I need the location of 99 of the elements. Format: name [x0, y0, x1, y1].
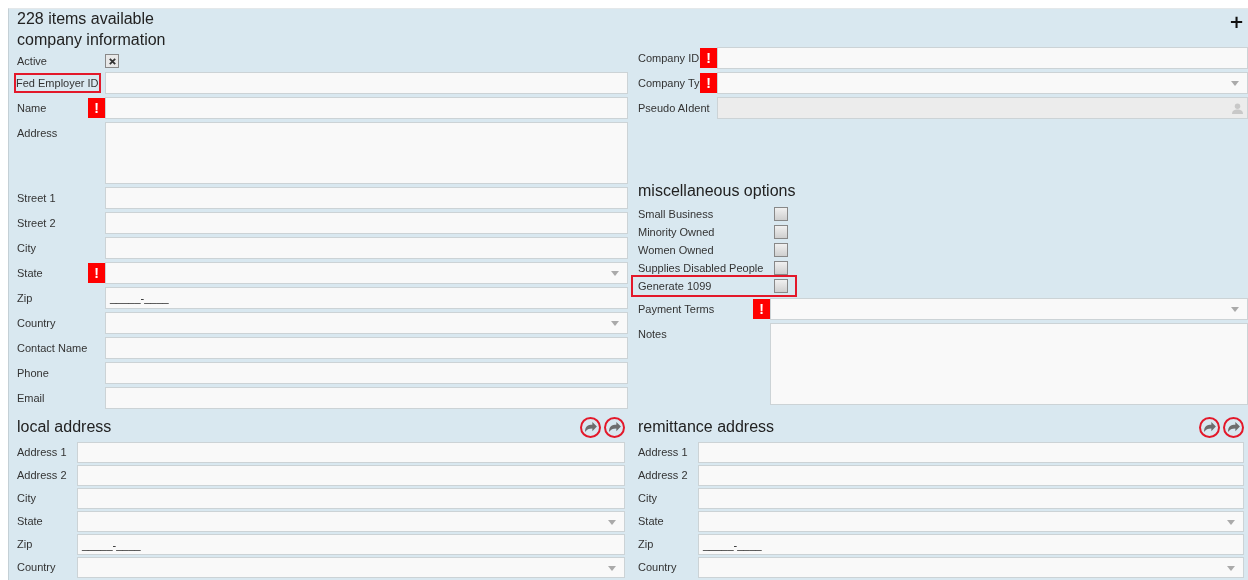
required-badge: !	[88, 98, 105, 118]
field-label: City	[17, 491, 36, 506]
text-field[interactable]	[77, 442, 625, 463]
section-heading: miscellaneous options	[638, 181, 797, 201]
required-badge: !	[700, 48, 717, 68]
text-field[interactable]	[105, 97, 628, 119]
text-field[interactable]	[105, 187, 628, 209]
field-label: Pseudo AIdent	[638, 101, 710, 116]
text-field[interactable]	[105, 387, 628, 409]
text-field[interactable]	[105, 72, 628, 94]
dropdown-field[interactable]	[77, 511, 625, 532]
text-field[interactable]	[77, 465, 625, 486]
field-label: Zip	[17, 537, 33, 552]
field-label: Company Ty	[638, 76, 700, 91]
field-label: Street 2	[17, 216, 56, 231]
caret-icon	[611, 271, 619, 276]
checkbox[interactable]	[774, 243, 788, 257]
field-label: Phone	[17, 366, 49, 381]
dropdown-field[interactable]	[77, 557, 625, 578]
zip-field[interactable]: _____-____	[77, 534, 625, 555]
curved-arrow-icon	[1203, 421, 1216, 433]
curved-arrow-button[interactable]	[1199, 416, 1220, 438]
text-field[interactable]	[698, 465, 1244, 486]
caret-icon	[611, 321, 619, 326]
field-label: Name	[17, 101, 47, 116]
text-field[interactable]	[77, 488, 625, 509]
section-heading: local address	[17, 417, 112, 437]
zip-field[interactable]: _____-____	[698, 534, 1244, 555]
field-label: Payment Terms	[638, 302, 715, 317]
checkbox[interactable]	[774, 261, 788, 275]
option-label: Generate 1099	[638, 279, 713, 294]
field-label: Zip	[17, 291, 33, 306]
curved-arrow-button[interactable]	[580, 416, 601, 438]
dropdown-field[interactable]	[770, 298, 1248, 320]
caret-icon	[1227, 520, 1235, 525]
text-area[interactable]	[105, 122, 628, 184]
checkbox[interactable]	[774, 207, 788, 221]
field-label: Street 1	[17, 191, 56, 206]
add-button[interactable]: +	[1224, 13, 1248, 31]
field-label: Contact Name	[17, 341, 88, 356]
text-field[interactable]	[105, 212, 628, 234]
x-mark-icon	[107, 56, 117, 66]
option-label: Supplies Disabled People	[638, 261, 765, 276]
option-label: Minority Owned	[638, 225, 716, 240]
text-field[interactable]	[698, 488, 1244, 509]
text-field[interactable]	[105, 237, 628, 259]
text-area[interactable]	[770, 323, 1248, 405]
checkbox[interactable]	[774, 279, 788, 293]
text-field[interactable]	[717, 47, 1248, 69]
field-label: Country	[638, 560, 677, 575]
field-label: Address	[17, 126, 58, 141]
option-label: Small Business	[638, 207, 715, 222]
section-heading: remittance address	[638, 417, 775, 437]
text-field[interactable]	[698, 442, 1244, 463]
required-badge: !	[88, 263, 105, 283]
text-field[interactable]	[105, 362, 628, 384]
field-label: Active	[17, 54, 47, 69]
checkbox[interactable]	[105, 54, 119, 68]
curved-arrow-button[interactable]	[1223, 416, 1244, 438]
curved-arrow-button[interactable]	[604, 416, 625, 438]
field-label: Email	[17, 391, 45, 406]
checkbox[interactable]	[774, 225, 788, 239]
lookup-field[interactable]	[717, 97, 1248, 119]
required-badge: !	[700, 73, 717, 93]
field-label: Address 1	[17, 445, 67, 460]
person-icon	[1232, 103, 1243, 114]
curved-arrow-icon	[584, 421, 597, 433]
field-label: City	[17, 241, 36, 256]
field-label: Country	[17, 560, 56, 575]
field-label: State	[17, 514, 43, 529]
field-label: State	[638, 514, 664, 529]
field-label: Notes	[638, 327, 667, 342]
field-label: Address 2	[17, 468, 67, 483]
caret-icon	[1231, 307, 1239, 312]
section-heading: company information	[17, 30, 167, 50]
field-label: Zip	[638, 537, 654, 552]
dropdown-field[interactable]	[698, 557, 1244, 578]
field-label: Company ID	[638, 51, 700, 66]
caret-icon	[608, 566, 616, 571]
dropdown-field[interactable]	[105, 262, 628, 284]
curved-arrow-icon	[1227, 421, 1240, 433]
dropdown-field[interactable]	[105, 312, 628, 334]
dropdown-field[interactable]	[698, 511, 1244, 532]
zip-field[interactable]: _____-____	[105, 287, 628, 309]
field-label: Fed Employer ID	[15, 74, 100, 92]
option-label: Women Owned	[638, 243, 715, 258]
field-label: Address 2	[638, 468, 688, 483]
caret-icon	[608, 520, 616, 525]
field-label: Country	[17, 316, 56, 331]
required-badge: !	[753, 299, 770, 319]
text-field[interactable]	[105, 337, 628, 359]
field-label: State	[17, 266, 43, 281]
items-count-title: 228 items available	[17, 9, 154, 28]
field-label: City	[638, 491, 657, 506]
curved-arrow-icon	[608, 421, 621, 433]
dropdown-field[interactable]	[717, 72, 1248, 94]
caret-icon	[1227, 566, 1235, 571]
caret-icon	[1231, 81, 1239, 86]
field-label: Address 1	[638, 445, 688, 460]
